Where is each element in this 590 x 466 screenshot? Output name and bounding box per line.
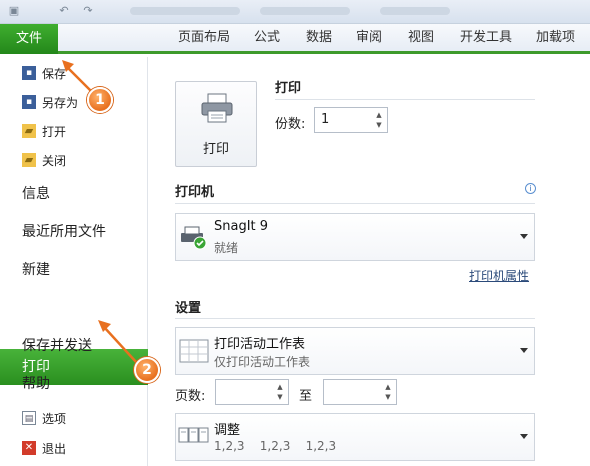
chevron-down-icon [520, 434, 528, 439]
tab-formulas[interactable]: 公式 [254, 24, 280, 51]
close-folder-icon: ▰ [22, 153, 36, 167]
sidebar-item-info[interactable]: 信息 [22, 182, 50, 206]
settings-heading: 设置 [175, 301, 202, 316]
copies-label: 份数: [275, 117, 306, 132]
pages-to-stepper[interactable]: ▲ ▼ [323, 379, 397, 405]
tab-page-layout[interactable]: 页面布局 [178, 24, 230, 51]
collated-pages-icon [178, 427, 209, 443]
print-panel: 打印 打印 份数: 1 ▲ ▼ 打印机 i SnagIt 9 就绪 打印机属性 设… [149, 57, 590, 466]
sidebar-item-label: 打开 [42, 124, 67, 139]
tab-file[interactable]: 文件 [0, 24, 58, 54]
ribbon-tabs: 文件 页面布局 公式 数据 审阅 视图 开发工具 加载项 [0, 24, 590, 54]
sidebar-item-label: 另存为 [42, 95, 79, 110]
printer-heading: 打印机 [175, 185, 215, 200]
copies-value: 1 [321, 112, 330, 127]
info-icon[interactable]: i [525, 183, 536, 194]
printer-status: 就绪 [214, 241, 239, 255]
sidebar-item-label: 退出 [42, 441, 67, 456]
excel-logo-icon: ▣ [8, 4, 20, 17]
printer-properties-link[interactable]: 打印机属性 [469, 267, 529, 284]
sidebar-item-label: 选项 [42, 411, 67, 426]
stepper-arrows-icon[interactable]: ▲ ▼ [382, 382, 394, 402]
save-icon: ▪ [22, 66, 36, 80]
divider [175, 203, 535, 204]
sidebar-item-label: 关闭 [42, 153, 67, 168]
title-text-blur [380, 7, 450, 15]
sidebar-item-save[interactable]: ▪ 保存 [22, 63, 66, 83]
chevron-down-icon [520, 348, 528, 353]
print-what-sub: 仅打印活动工作表 [214, 355, 311, 369]
print-what-title: 打印活动工作表 [214, 337, 306, 352]
print-button-label: 打印 [202, 142, 229, 157]
print-heading: 打印 [275, 81, 302, 96]
collate-title: 调整 [214, 423, 241, 438]
sidebar-item-close[interactable]: ▰ 关闭 [22, 150, 66, 170]
sidebar-item-help[interactable]: 帮助 [22, 372, 50, 396]
quick-access-toolbar: ▣ ↶ ↷ [0, 0, 590, 24]
divider [275, 99, 535, 100]
worksheet-icon [179, 339, 209, 363]
title-text-blur [260, 7, 350, 15]
collate-dropdown[interactable]: 调整 1,2,3 1,2,3 1,2,3 [175, 413, 535, 461]
sidebar-item-open[interactable]: ▰ 打开 [22, 121, 66, 141]
options-icon: ▤ [22, 411, 36, 425]
chevron-down-icon [520, 234, 528, 239]
sidebar-item-label: 保存 [42, 66, 67, 81]
printer-name: SnagIt 9 [214, 219, 269, 234]
callout-2-badge: 2 [134, 357, 160, 383]
save-as-icon: ▪ [22, 95, 36, 109]
redo-icon[interactable]: ↷ [80, 4, 96, 18]
tab-data[interactable]: 数据 [306, 24, 332, 51]
callout-1-badge: 1 [87, 87, 113, 113]
sidebar-item-options[interactable]: ▤ 选项 [22, 408, 66, 428]
print-what-dropdown[interactable]: 打印活动工作表 仅打印活动工作表 [175, 327, 535, 375]
stepper-arrows-icon[interactable]: ▲ ▼ [373, 110, 385, 130]
printer-icon [201, 93, 233, 123]
open-folder-icon: ▰ [22, 124, 36, 138]
tab-add-ins[interactable]: 加载项 [536, 24, 575, 51]
divider [175, 318, 535, 319]
tab-review[interactable]: 审阅 [356, 24, 382, 51]
backstage-sidebar: ▪ 保存 ▪ 另存为 ▰ 打开 ▰ 关闭 信息 最近所用文件 新建 打印 保存并… [0, 57, 149, 466]
printer-ready-icon [181, 226, 207, 250]
sidebar-item-save-as[interactable]: ▪ 另存为 [22, 92, 78, 112]
collate-sub: 1,2,3 1,2,3 1,2,3 [214, 439, 337, 453]
printer-dropdown[interactable]: SnagIt 9 就绪 [175, 213, 535, 261]
undo-icon[interactable]: ↶ [56, 4, 72, 18]
to-label: 至 [299, 389, 313, 404]
print-button[interactable]: 打印 [175, 81, 257, 167]
stepper-arrows-icon[interactable]: ▲ ▼ [274, 382, 286, 402]
copies-stepper[interactable]: 1 ▲ ▼ [314, 107, 388, 133]
sidebar-item-exit[interactable]: ✕ 退出 [22, 438, 66, 458]
tab-developer[interactable]: 开发工具 [460, 24, 512, 51]
pages-label: 页数: [175, 389, 206, 404]
tab-view[interactable]: 视图 [408, 24, 434, 51]
sidebar-item-save-send[interactable]: 保存并发送 [22, 334, 92, 358]
sidebar-item-recent[interactable]: 最近所用文件 [22, 220, 106, 244]
title-text-blur [130, 7, 240, 15]
pages-from-stepper[interactable]: ▲ ▼ [215, 379, 289, 405]
exit-icon: ✕ [22, 441, 36, 455]
sidebar-item-new[interactable]: 新建 [22, 258, 50, 282]
